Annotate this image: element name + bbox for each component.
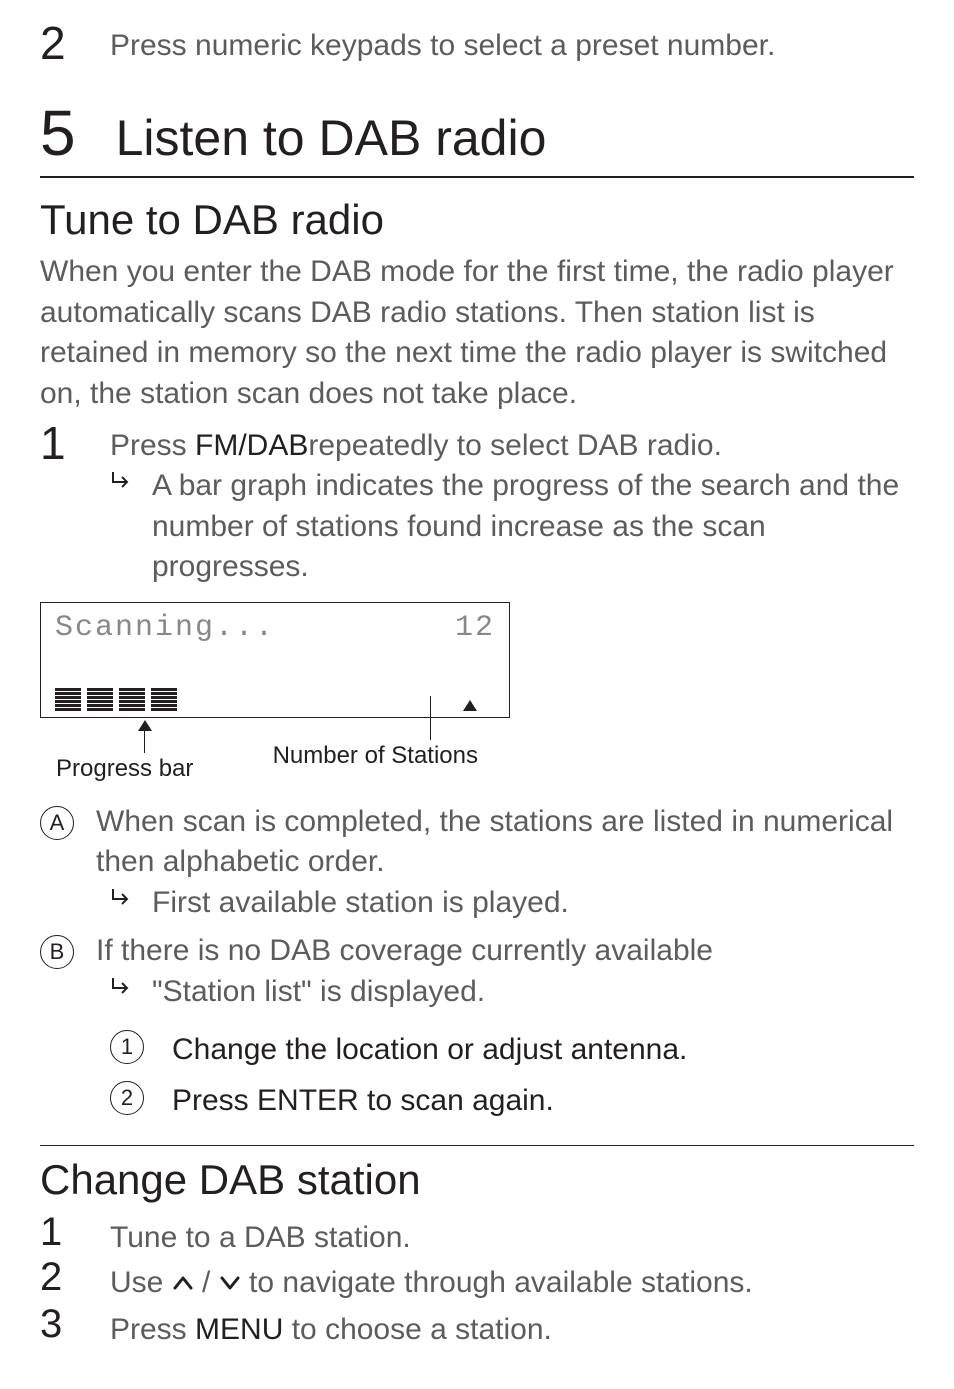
divider <box>40 176 914 178</box>
circled-number: 2 <box>110 1081 144 1115</box>
text-prefix: Press <box>110 429 195 462</box>
option-a-result: First available station is played. <box>40 883 914 924</box>
button-label: MENU <box>195 1313 283 1346</box>
step-text: Press numeric keypads to select a preset… <box>110 20 775 65</box>
chapter-number: 5 <box>40 96 76 170</box>
option-a-row: A When scan is completed, the stations a… <box>40 802 914 883</box>
step-number: 2 <box>40 1257 80 1297</box>
circled-letter: B <box>40 935 74 969</box>
result-text: "Station list" is displayed. <box>152 972 485 1013</box>
step-number: 1 <box>40 420 80 466</box>
number-pointer: Number of Stations <box>383 696 478 770</box>
lcd-diagram: Scanning... 12 Progress bar <box>40 602 914 794</box>
lcd-count: 12 <box>455 611 495 645</box>
section-heading: Tune to DAB radio <box>40 196 914 244</box>
circled-letter: A <box>40 806 74 840</box>
text-prefix: Press <box>110 1313 195 1346</box>
section-heading: Change DAB station <box>40 1156 914 1204</box>
text-suffix: to choose a station. <box>283 1313 552 1346</box>
nav-up-icon <box>172 1265 194 1304</box>
option-b-text: If there is no DAB coverage currently av… <box>96 931 713 972</box>
result-arrow-icon <box>110 466 132 492</box>
step-1-row: 1 Press FM/DABrepeatedly to select DAB r… <box>40 420 914 466</box>
text-prefix: Use <box>110 1266 172 1299</box>
s2-step3: 3 Press MENU to choose a station. <box>40 1304 914 1349</box>
option-b-result: "Station list" is displayed. <box>40 972 914 1013</box>
button-label: FM/DAB <box>195 429 308 462</box>
circled-number: 1 <box>110 1030 144 1064</box>
result-arrow-icon <box>110 883 132 909</box>
chapter-heading: 5 Listen to DAB radio <box>40 96 914 170</box>
result-arrow-icon <box>110 972 132 998</box>
lcd-top-row: Scanning... 12 <box>55 611 495 645</box>
lcd-scanning-text: Scanning... <box>55 611 275 645</box>
step-text: Press FM/DABrepeatedly to select DAB rad… <box>110 420 722 465</box>
result-text: A bar graph indicates the progress of th… <box>152 466 914 588</box>
progress-bar-label: Progress bar <box>56 755 193 783</box>
result-row: A bar graph indicates the progress of th… <box>40 466 914 588</box>
divider <box>40 1145 914 1146</box>
text-suffix: to navigate through available stations. <box>241 1266 753 1299</box>
text-mid: / <box>194 1266 211 1299</box>
s2-step1: 1 Tune to a DAB station. <box>40 1212 914 1257</box>
option-b-row: B If there is no DAB coverage currently … <box>40 931 914 972</box>
step-text: Tune to a DAB station. <box>110 1212 411 1257</box>
chapter-title: Listen to DAB radio <box>116 109 547 167</box>
s2-step2: 2 Use / to navigate through available st… <box>40 1257 914 1304</box>
sub-step-text: Change the location or adjust antenna. <box>172 1026 687 1071</box>
nav-down-icon <box>219 1265 241 1304</box>
pointer-line <box>430 696 431 740</box>
step-text: Press MENU to choose a station. <box>110 1304 552 1349</box>
step-text: Use / to navigate through available stat… <box>110 1257 753 1304</box>
sub-step-text: Press ENTER to scan again. <box>172 1077 554 1122</box>
pointer-line <box>144 731 145 753</box>
diagram-labels: Progress bar Number of Stations <box>40 720 510 794</box>
intro-paragraph: When you enter the DAB mode for the firs… <box>40 252 914 414</box>
step-number: 3 <box>40 1304 80 1344</box>
progress-pointer: Progress bar <box>96 720 193 794</box>
number-stations-label: Number of Stations <box>273 742 478 770</box>
step-number: 1 <box>40 1212 80 1252</box>
pointer-up-icon <box>138 720 152 731</box>
progress-blocks <box>55 688 177 711</box>
option-b-sub2: 2 Press ENTER to scan again. <box>40 1077 914 1122</box>
text-suffix: repeatedly to select DAB radio. <box>308 429 722 462</box>
step-number: 2 <box>40 20 80 66</box>
top-step-row: 2 Press numeric keypads to select a pres… <box>40 20 914 66</box>
result-text: First available station is played. <box>152 883 569 924</box>
option-a-text: When scan is completed, the stations are… <box>96 802 914 883</box>
option-b-sub1: 1 Change the location or adjust antenna. <box>40 1026 914 1071</box>
manual-page: 2 Press numeric keypads to select a pres… <box>0 0 954 1389</box>
